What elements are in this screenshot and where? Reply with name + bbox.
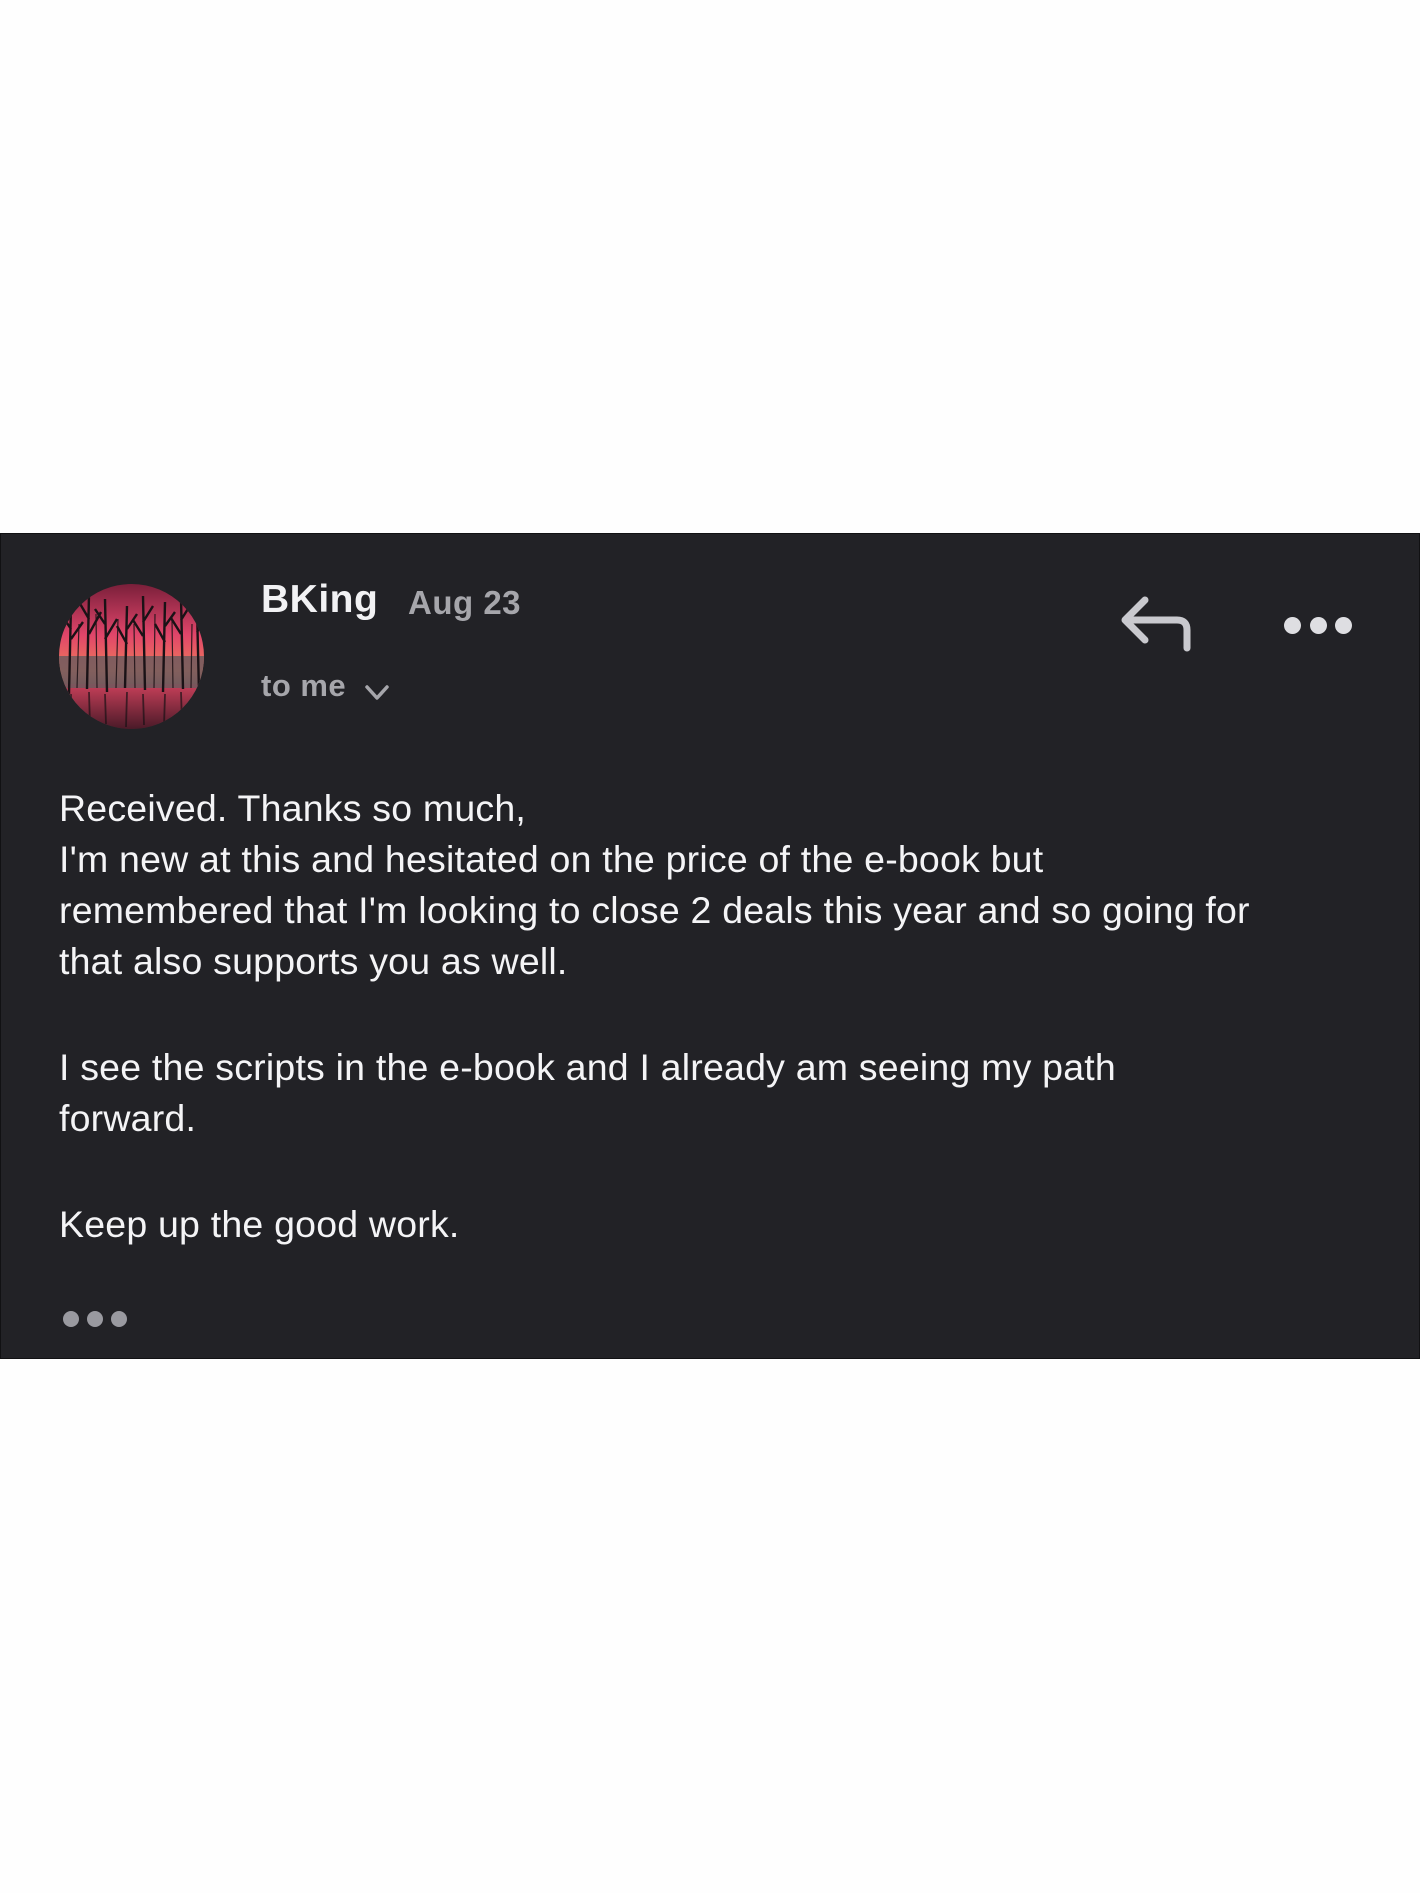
more-horizontal-icon <box>1309 616 1327 634</box>
more-horizontal-icon <box>1284 616 1301 634</box>
recipient-details-toggle[interactable]: to me <box>261 664 390 708</box>
sender-name[interactable]: BKing <box>261 578 378 622</box>
sunset-trees-avatar-image <box>59 584 204 729</box>
email-message-card: BKing Aug 23 to me Received. Thanks so m… <box>0 533 1420 1359</box>
message-paragraph: Received. Thanks so much, I'm new at thi… <box>59 787 1250 982</box>
more-horizontal-icon <box>1335 616 1352 634</box>
sender-avatar[interactable] <box>59 584 204 729</box>
message-body: Received. Thanks so much, I'm new at thi… <box>59 783 1379 1250</box>
message-paragraph: I see the scripts in the e-book and I al… <box>59 1046 1116 1139</box>
message-paragraph: Keep up the good work. <box>59 1203 460 1245</box>
reply-button[interactable] <box>1119 592 1199 658</box>
message-date: Aug 23 <box>408 584 522 621</box>
recipient-label: to me <box>261 668 347 703</box>
show-trimmed-content-button[interactable] <box>63 1309 127 1329</box>
more-options-button[interactable] <box>1284 610 1352 640</box>
chevron-down-icon <box>365 685 389 700</box>
ellipsis-icon <box>63 1311 79 1327</box>
ellipsis-icon <box>87 1311 103 1327</box>
ellipsis-icon <box>111 1311 127 1327</box>
reply-arrow-icon <box>1121 596 1191 652</box>
